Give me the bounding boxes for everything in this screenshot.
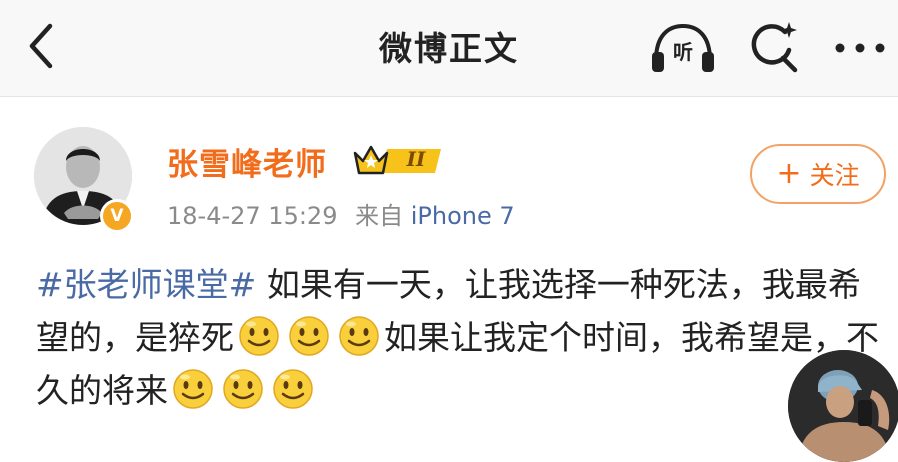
post-timestamp: 18-4-27 15:29 [167, 202, 338, 230]
more-horizontal-icon [835, 43, 885, 53]
smile-emoji-icon [289, 316, 329, 356]
smile-emoji-icon [173, 369, 213, 409]
source-prefix: 来自 [355, 202, 404, 230]
plus-icon: + [776, 156, 802, 191]
search-button[interactable] [745, 20, 801, 76]
search-sparkle-icon [751, 22, 798, 73]
commenter-photo [788, 350, 898, 462]
author-name[interactable]: 张雪峰老师 [167, 139, 327, 184]
commenter-avatar[interactable] [788, 350, 898, 462]
member-level: II [406, 147, 426, 171]
verified-badge: V [100, 199, 134, 233]
smile-emoji-icon [239, 316, 279, 356]
smile-emoji-icon [339, 316, 379, 356]
follow-label: 关注 [809, 161, 860, 190]
top-nav-bar: 微博正文 听 [0, 0, 898, 97]
post-meta: 18-4-27 15:29 来自 iPhone 7 [167, 196, 515, 231]
more-button[interactable] [830, 30, 890, 66]
post-source[interactable]: iPhone 7 [411, 202, 515, 230]
smile-emoji-icon [273, 369, 313, 409]
smile-emoji-icon [223, 369, 263, 409]
member-badge[interactable]: II [353, 141, 445, 179]
listen-label: 听 [673, 40, 693, 64]
crown-icon [353, 145, 441, 175]
follow-button[interactable]: + 关注 [750, 144, 886, 204]
listen-button[interactable]: 听 [648, 20, 718, 76]
post-content: #张老师课堂# 如果有一天，让我选择一种死法，我最希望的，是猝死 如果让我定个时间… [36, 258, 888, 417]
hashtag-link[interactable]: #张老师课堂# [36, 265, 256, 304]
